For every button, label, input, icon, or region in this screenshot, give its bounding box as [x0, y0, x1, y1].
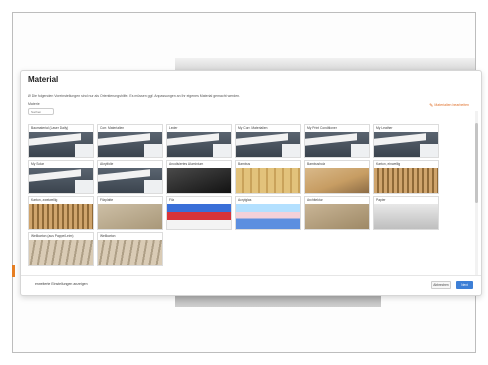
next-button[interactable]: Next [456, 281, 473, 289]
material-tile[interactable]: Karton, einwellig [373, 160, 439, 194]
material-thumbnail [98, 132, 162, 157]
material-thumbnail [29, 168, 93, 193]
material-thumbnail [29, 240, 93, 265]
material-tile-label: My Solar [31, 162, 45, 166]
material-tile-label: Acrylglas [238, 198, 252, 202]
material-tile[interactable]: Leder [166, 124, 232, 158]
material-tile[interactable]: Wellkarton (aus Pappe/Leim) [28, 232, 94, 266]
material-tile-label: Wellkarton (aus Pappe/Leim) [31, 234, 74, 238]
material-thumbnail [167, 204, 231, 229]
cancel-button[interactable]: Abbrechen [431, 281, 451, 289]
material-tile-label: Karton, einwellig [376, 162, 401, 166]
background-window [175, 58, 475, 70]
edit-materials-label: Materialien bearbeiten [434, 103, 469, 107]
edit-icon: ✎ [429, 103, 434, 109]
material-tile[interactable]: Filz [166, 196, 232, 230]
advanced-settings-link[interactable]: erweiterte Einstellungen anzeigen [35, 282, 88, 286]
material-tile[interactable]: Acrylglas [235, 196, 301, 230]
material-tile[interactable]: Architektur [304, 196, 370, 230]
material-thumbnail [236, 204, 300, 229]
material-tile[interactable]: Baumaterial (Laser Daily) [28, 124, 94, 158]
material-thumbnail [98, 240, 162, 265]
material-tile[interactable]: Akrylfolie [97, 160, 163, 194]
material-tile[interactable]: Bambusholz [304, 160, 370, 194]
material-tile-label: Filz [169, 198, 175, 202]
material-thumbnail [374, 204, 438, 229]
material-tile[interactable]: Filzplatte [97, 196, 163, 230]
material-tile-label: Bambus [238, 162, 251, 166]
material-tile-label: Anodisiertes Aluminium [169, 162, 204, 166]
material-tile[interactable]: Wellkarton [97, 232, 163, 266]
edit-materials-link[interactable]: ✎Materialien bearbeiten [429, 103, 469, 109]
scrollbar-thumb[interactable] [475, 123, 478, 203]
material-tile-label: My Corr. Materialien [238, 126, 268, 130]
material-tile[interactable]: Papier [373, 196, 439, 230]
material-tile[interactable]: Bambus [235, 160, 301, 194]
material-tile-label: My Print Conditioner [307, 126, 337, 130]
material-tile-label: Akrylfolie [100, 162, 114, 166]
material-dialog: Material Ø Die folgenden Voreinstellunge… [20, 70, 482, 296]
material-thumbnail [29, 204, 93, 229]
material-thumbnail [305, 132, 369, 157]
material-tile[interactable]: My Print Conditioner [304, 124, 370, 158]
material-tile-label: Bambusholz [307, 162, 326, 166]
material-tile-label: Baumaterial (Laser Daily) [31, 126, 69, 130]
material-tile-label: Leder [169, 126, 178, 130]
material-tile-label: Architektur [307, 198, 323, 202]
material-thumbnail [98, 204, 162, 229]
material-thumbnail [374, 132, 438, 157]
material-tile[interactable]: My Leather [373, 124, 439, 158]
material-thumbnail [236, 132, 300, 157]
material-thumbnail [236, 168, 300, 193]
material-tile-label: Wellkarton [100, 234, 116, 238]
material-tile[interactable]: Corr. Materialien [97, 124, 163, 158]
dialog-title: Material [28, 75, 59, 84]
material-tile-label: Filzplatte [100, 198, 114, 202]
material-thumbnail [29, 132, 93, 157]
material-tile[interactable]: My Corr. Materialien [235, 124, 301, 158]
section-label: Materie [28, 102, 40, 106]
material-thumbnail [305, 168, 369, 193]
material-tile[interactable]: Anodisiertes Aluminium [166, 160, 232, 194]
material-tile[interactable]: Karton, zweiwellig [28, 196, 94, 230]
material-thumbnail [374, 168, 438, 193]
material-thumbnail [167, 132, 231, 157]
dialog-description: Ø Die folgenden Voreinstellungen sind nu… [28, 94, 241, 98]
side-accent-marker [12, 265, 15, 277]
material-tile[interactable]: My Solar [28, 160, 94, 194]
material-thumbnail [305, 204, 369, 229]
material-tile-label: Papier [376, 198, 386, 202]
material-tile-label: My Leather [376, 126, 393, 130]
material-search-input[interactable] [28, 108, 54, 115]
material-thumbnail [167, 168, 231, 193]
material-tile-label: Karton, zweiwellig [31, 198, 58, 202]
material-tile-label: Corr. Materialien [100, 126, 125, 130]
footer-divider [21, 275, 481, 276]
material-thumbnail [98, 168, 162, 193]
